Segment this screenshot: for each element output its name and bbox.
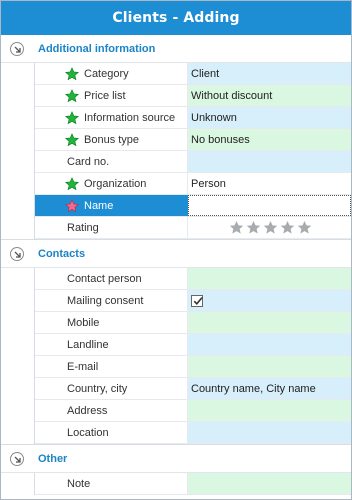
field-row-contact-person[interactable]: Contact person <box>35 268 351 290</box>
rating-value[interactable] <box>188 217 351 238</box>
field-row-rating[interactable]: Rating <box>35 217 351 239</box>
field-row-note[interactable]: Note <box>35 473 351 495</box>
field-label: Landline <box>67 338 109 351</box>
field-row-card-no[interactable]: Card no. <box>35 151 351 173</box>
field-row-price-list[interactable]: Price list Without discount <box>35 85 351 107</box>
green-star-icon <box>65 67 79 81</box>
field-label: Rating <box>67 221 99 234</box>
grey-star-icon[interactable] <box>297 220 312 235</box>
field-row-mailing-consent[interactable]: Mailing consent <box>35 290 351 312</box>
group-title: Other <box>38 452 68 465</box>
field-label: Bonus type <box>84 133 140 146</box>
additional-information-rows: Category Client Price list Without disco… <box>34 63 351 239</box>
field-row-email[interactable]: E-mail <box>35 356 351 378</box>
landline-value[interactable] <box>188 334 351 355</box>
field-row-name[interactable]: Name <box>35 195 351 217</box>
category-value[interactable]: Client <box>188 63 351 84</box>
group-title: Contacts <box>38 247 86 260</box>
field-row-location[interactable]: Location <box>35 422 351 444</box>
address-value[interactable] <box>188 400 351 421</box>
field-label: Country, city <box>67 382 128 395</box>
information-source-value[interactable]: Unknown <box>188 107 351 128</box>
grey-star-icon[interactable] <box>280 220 295 235</box>
country-city-value[interactable]: Country name, City name <box>188 378 351 399</box>
green-star-icon <box>65 177 79 191</box>
organization-value[interactable]: Person <box>188 173 351 194</box>
field-label: Mailing consent <box>67 294 144 307</box>
field-label: Location <box>67 426 109 439</box>
field-label: Name <box>84 199 114 212</box>
price-list-value[interactable]: Without discount <box>188 85 351 106</box>
contacts-rows: Contact person Mailing consent Mobile La… <box>34 268 351 444</box>
field-label: Contact person <box>67 272 142 285</box>
field-label: Card no. <box>67 155 110 168</box>
group-header-additional-information[interactable]: Additional information <box>1 35 351 63</box>
collapse-arrow-icon[interactable] <box>10 451 24 466</box>
field-label: E-mail <box>67 360 99 373</box>
mailing-consent-value[interactable] <box>188 290 351 311</box>
group-title: Additional information <box>38 42 156 55</box>
field-row-address[interactable]: Address <box>35 400 351 422</box>
name-input[interactable] <box>188 195 351 216</box>
grey-star-icon[interactable] <box>263 220 278 235</box>
other-rows: Note <box>34 473 351 495</box>
bonus-type-value[interactable]: No bonuses <box>188 129 351 150</box>
field-label: Mobile <box>67 316 100 329</box>
field-label: Category <box>84 67 129 80</box>
group-header-contacts[interactable]: Contacts <box>1 240 351 268</box>
field-row-category[interactable]: Category Client <box>35 63 351 85</box>
clients-adding-window: Clients - Adding Additional information … <box>0 0 352 500</box>
group-header-other[interactable]: Other <box>1 445 351 473</box>
field-row-organization[interactable]: Organization Person <box>35 173 351 195</box>
checkmark-icon <box>193 296 203 305</box>
green-star-icon <box>65 89 79 103</box>
email-value[interactable] <box>188 356 351 377</box>
field-label: Information source <box>84 111 176 124</box>
collapse-arrow-icon[interactable] <box>10 41 24 56</box>
field-row-information-source[interactable]: Information source Unknown <box>35 107 351 129</box>
field-row-landline[interactable]: Landline <box>35 334 351 356</box>
field-label: Price list <box>84 89 126 102</box>
green-star-icon <box>65 111 79 125</box>
grey-star-icon[interactable] <box>246 220 261 235</box>
rating-stars[interactable] <box>229 220 312 235</box>
field-row-mobile[interactable]: Mobile <box>35 312 351 334</box>
mobile-value[interactable] <box>188 312 351 333</box>
mailing-consent-checkbox[interactable] <box>191 294 203 307</box>
window-title: Clients - Adding <box>1 1 351 35</box>
collapse-arrow-icon[interactable] <box>10 246 24 261</box>
location-value[interactable] <box>188 422 351 443</box>
card-no-value[interactable] <box>188 151 351 172</box>
contact-person-value[interactable] <box>188 268 351 289</box>
note-value[interactable] <box>188 473 351 494</box>
grey-star-icon[interactable] <box>229 220 244 235</box>
field-label: Address <box>67 404 108 417</box>
field-row-bonus-type[interactable]: Bonus type No bonuses <box>35 129 351 151</box>
field-label: Organization <box>84 177 147 190</box>
field-row-country-city[interactable]: Country, city Country name, City name <box>35 378 351 400</box>
green-star-icon <box>65 133 79 147</box>
pink-star-icon <box>65 199 79 213</box>
field-label: Note <box>67 477 91 490</box>
